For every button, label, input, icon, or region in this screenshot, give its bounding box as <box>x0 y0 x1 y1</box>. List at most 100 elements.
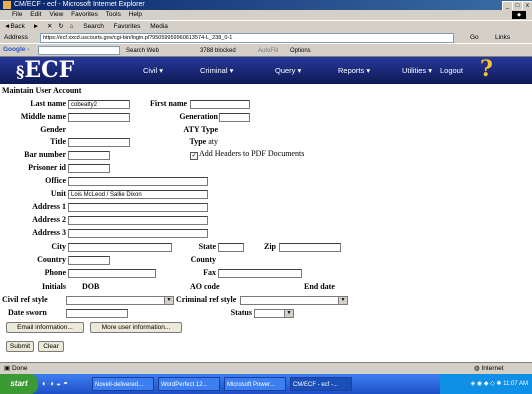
menu-tools[interactable]: Tools <box>106 11 121 18</box>
menu-bar: File Edit View Favorites Tools Help <box>0 10 532 20</box>
title-input[interactable] <box>68 138 130 147</box>
chevron-down-icon: ▼ <box>338 297 347 304</box>
criminal-ref-style-select[interactable]: ▼ <box>240 296 348 305</box>
google-logo: Google - <box>3 46 30 53</box>
nav-criminal[interactable]: Criminal ▾ <box>200 57 233 84</box>
dropdown-icon: ▾ <box>366 66 371 75</box>
status-select[interactable]: ▼ <box>254 309 294 318</box>
phone-input[interactable] <box>68 269 156 278</box>
state-input[interactable] <box>218 243 244 252</box>
city-input[interactable] <box>68 243 172 252</box>
office-input[interactable] <box>68 177 208 186</box>
status-bar: ▣ Done <box>0 362 532 374</box>
date-sworn-input[interactable] <box>66 309 128 318</box>
window-title: CM/ECF - ecf - Microsoft Internet Explor… <box>14 1 145 8</box>
menu-help[interactable]: Help <box>129 11 142 18</box>
menu-edit[interactable]: Edit <box>30 11 41 18</box>
bar-number-label: Bar number <box>24 150 66 159</box>
search-button[interactable]: Search <box>83 23 104 30</box>
address1-input[interactable] <box>68 203 208 212</box>
country-input[interactable] <box>68 256 110 265</box>
address2-input[interactable] <box>68 216 208 225</box>
chevron-down-icon: ▼ <box>164 297 173 304</box>
ecf-logo: §ECF <box>16 57 75 83</box>
date-sworn-label: Date sworn <box>8 308 47 317</box>
address-label: Address <box>4 34 28 41</box>
address-input[interactable]: https://ecf.xxcd.uscourts.gov/cgi-bin/lo… <box>40 33 454 43</box>
menu-view[interactable]: View <box>49 11 63 18</box>
phone-label: Phone <box>44 268 66 277</box>
type-value: aty <box>208 137 218 146</box>
tray-icons: ◈ ◉ ◆ ◇ ✱ <box>470 381 504 387</box>
prisoner-id-input[interactable] <box>68 164 110 173</box>
dropdown-icon: ▾ <box>159 66 164 75</box>
go-button[interactable]: Go <box>470 33 479 42</box>
address2-label: Address 2 <box>32 215 66 224</box>
task-powerpoint[interactable]: Microsoft Power... <box>224 377 286 391</box>
system-tray: ◈ ◉ ◆ ◇ ✱ 11:07 AM <box>440 374 532 394</box>
task-cmecf[interactable]: CM/ECF - ecf -... <box>290 377 352 391</box>
task-novell[interactable]: Novell-delivered... <box>92 377 154 391</box>
status-text: Done <box>11 365 28 372</box>
dropdown-icon: ▾ <box>428 66 433 75</box>
quick-launch-icons[interactable]: ◐ ◑ ◒ ◓ <box>42 378 68 390</box>
dropdown-icon: ▾ <box>297 66 302 75</box>
county-label: County <box>190 255 216 264</box>
help-icon[interactable]: ? <box>480 56 493 83</box>
civil-ref-style-label: Civil ref style <box>2 295 48 304</box>
first-name-input[interactable] <box>190 100 250 109</box>
address3-input[interactable] <box>68 229 208 238</box>
add-headers-label: Add Headers to PDF Documents <box>199 149 305 158</box>
popup-blocked-status[interactable]: 3788 blocked <box>200 47 236 56</box>
last-name-input[interactable]: cobeatty2 <box>68 100 130 109</box>
globe-icon: ◍ <box>474 365 480 372</box>
gender-label: Gender <box>40 125 66 134</box>
more-user-information-button[interactable]: More user information... <box>90 322 182 333</box>
media-button[interactable]: Media <box>150 23 168 30</box>
last-name-label: Last name <box>30 99 66 108</box>
dropdown-icon: ▾ <box>229 66 234 75</box>
links-button[interactable]: Links <box>495 33 510 42</box>
bar-number-input[interactable] <box>68 151 110 160</box>
title-label: Title <box>50 137 66 146</box>
toolbar: ◄Back ► ✕ ↻ ⌂ Search Favorites Media <box>0 20 532 32</box>
home-icon[interactable]: ⌂ <box>69 23 73 30</box>
menu-file[interactable]: File <box>12 11 22 18</box>
clear-button[interactable]: Clear <box>38 341 64 352</box>
favorites-button[interactable]: Favorites <box>114 23 141 30</box>
options-button[interactable]: Options <box>290 47 311 56</box>
refresh-icon[interactable]: ↻ <box>58 23 63 30</box>
page-title: Maintain User Account <box>2 86 82 95</box>
fax-input[interactable] <box>218 269 302 278</box>
google-search-input[interactable] <box>38 46 120 55</box>
email-information-button[interactable]: Email information... <box>6 322 84 333</box>
submit-button[interactable]: Submit <box>6 341 34 352</box>
nav-query[interactable]: Query ▾ <box>275 57 301 84</box>
middle-name-input[interactable] <box>68 113 130 122</box>
search-web-button[interactable]: Search Web <box>126 47 159 56</box>
page-icon: ▣ <box>4 365 11 372</box>
generation-input[interactable] <box>219 113 250 122</box>
state-label: State <box>198 242 216 251</box>
back-button[interactable]: ◄Back <box>4 23 25 30</box>
forward-icon[interactable]: ► <box>33 23 39 30</box>
task-wordperfect[interactable]: WordPerfect 12... <box>158 377 220 391</box>
add-headers-checkbox[interactable]: ✓ <box>190 152 198 160</box>
initials-label: Initials <box>41 282 66 291</box>
civil-ref-style-select[interactable]: ▼ <box>66 296 174 305</box>
autofill-button[interactable]: AutoFill <box>258 47 278 56</box>
stop-icon[interactable]: ✕ <box>47 23 52 30</box>
start-button[interactable]: start <box>0 374 38 394</box>
generation-label: Generation <box>179 112 218 121</box>
menu-favorites[interactable]: Favorites <box>71 11 98 18</box>
chevron-down-icon: ▼ <box>284 310 293 317</box>
unit-input[interactable]: Lois McLeod / Sallie Dixon <box>68 190 208 199</box>
zip-input[interactable] <box>279 243 341 252</box>
address3-label: Address 3 <box>32 228 66 237</box>
prisoner-id-label: Prisoner id <box>28 163 66 172</box>
nav-civil[interactable]: Civil ▾ <box>143 57 163 84</box>
nav-logout[interactable]: Logout <box>440 57 463 84</box>
nav-utilities[interactable]: Utilities ▾ <box>402 57 432 84</box>
type-label: Type aty <box>189 137 218 146</box>
nav-reports[interactable]: Reports ▾ <box>338 57 370 84</box>
